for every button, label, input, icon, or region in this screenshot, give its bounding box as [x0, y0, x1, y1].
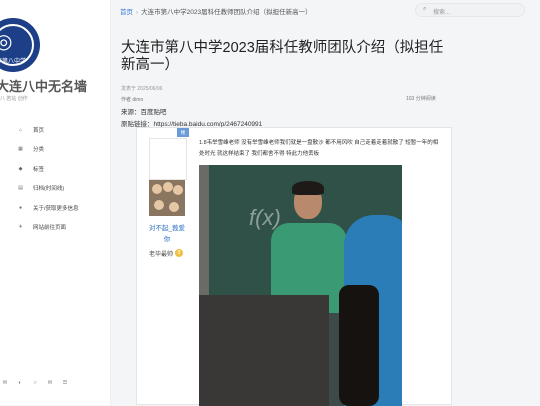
- sidebar-item-label: 网站前往页面: [33, 225, 67, 232]
- breadcrumb-home[interactable]: 首页: [120, 9, 133, 16]
- logo-glyph-icon: ◎: [0, 31, 13, 53]
- sidebar-item-archive[interactable]: ▤ 归档(时间线): [0, 179, 110, 199]
- logo-text: 大连市第八中学: [0, 59, 27, 65]
- publish-date: 发表于 2025/06/06: [121, 86, 163, 92]
- qq-icon[interactable]: ○: [30, 380, 40, 386]
- page-title: 大连市第八中学2023届科任教师团队介绍（拟担任新高一）: [121, 40, 444, 73]
- post-author-rank: 老毕最帅: [149, 252, 174, 258]
- sidebar: ◎ 大连市第八中学 大连八中无名墙 八 若站 创作 ⌂ 首页 ▦ 分类 ◆ 标签…: [0, 0, 111, 405]
- breadcrumb-current: 大连市第八中学2023届科任教师团队介绍（拟担任新高一）: [141, 9, 312, 16]
- post-author-name[interactable]: 对不起_莪爱你: [147, 223, 187, 245]
- post-photo[interactable]: f(x): [199, 165, 402, 406]
- floor-badge: 楼: [177, 128, 189, 137]
- sidebar-item-categories[interactable]: ▦ 分类: [0, 140, 110, 160]
- breadcrumb-separator: ›: [136, 9, 139, 16]
- sidebar-item-home[interactable]: ⌂ 首页: [0, 120, 110, 140]
- avatar-frame: [149, 138, 187, 180]
- github-icon[interactable]: ◐: [15, 380, 25, 386]
- breadcrumb: 首页 › 大连市第八中学2023届科任教师团队介绍（拟担任新高一）: [120, 6, 312, 16]
- post-content: 1.8韦举雪峰老师 没有举雪峰老师我们就是一盘散沙 都不用风吹 自己走着走着就散…: [199, 140, 439, 157]
- user-level-badge: 9: [175, 249, 183, 257]
- forum-post: 楼 对不起_莪爱你 老毕最帅 9 1.8韦举雪峰老师 没有举雪峰老师我们就是一盘…: [136, 127, 452, 406]
- archive-icon: ▤: [18, 185, 23, 192]
- lectern: [199, 295, 329, 406]
- school-logo[interactable]: ◎ 大连市第八中学: [0, 18, 40, 72]
- sidebar-item-external[interactable]: ✈ 网站前往页面: [0, 218, 110, 238]
- source-label: 来源：百度贴吧: [121, 109, 167, 116]
- sidebar-item-label: 标签: [33, 166, 45, 173]
- social-links: ✉ ◐ ○ ✉ ☰: [0, 380, 70, 386]
- mail-icon[interactable]: ✉: [0, 380, 10, 386]
- info-icon: ●: [18, 204, 23, 211]
- grid-icon: ▦: [18, 146, 23, 153]
- sidebar-item-tags[interactable]: ◆ 标签: [0, 159, 110, 179]
- top-bar: 首页 › 大连市第八中学2023届科任教师团队介绍（拟担任新高一） ⌕ 搜索...: [110, 0, 540, 20]
- sidebar-item-about[interactable]: ● 关于/获取更多信息: [0, 198, 110, 218]
- author: 作者 dimo: [121, 97, 144, 103]
- sidebar-item-label: 归档(时间线): [33, 186, 65, 193]
- search-icon: ⌕: [423, 6, 427, 12]
- search-input[interactable]: ⌕ 搜索...: [415, 3, 525, 17]
- site-title[interactable]: 大连八中无名墙: [0, 76, 87, 95]
- read-time: 103 分钟阅读: [406, 96, 436, 102]
- sidebar-item-label: 关于/获取更多信息: [33, 205, 79, 212]
- email-icon[interactable]: ✉: [45, 380, 55, 386]
- sidebar-nav: ⌂ 首页 ▦ 分类 ◆ 标签 ▤ 归档(时间线) ● 关于/获取更多信息 ✈ 网…: [0, 120, 110, 237]
- avatar[interactable]: [149, 180, 185, 216]
- site-subtitle: 八 若站 创作: [0, 96, 28, 102]
- home-icon: ⌂: [18, 126, 23, 133]
- tag-icon: ◆: [18, 165, 23, 172]
- sidebar-item-label: 首页: [33, 127, 45, 134]
- rss-icon[interactable]: ☰: [60, 380, 70, 386]
- share-icon: ✈: [18, 224, 23, 231]
- sidebar-item-label: 分类: [33, 147, 45, 154]
- search-placeholder: 搜索...: [433, 10, 451, 16]
